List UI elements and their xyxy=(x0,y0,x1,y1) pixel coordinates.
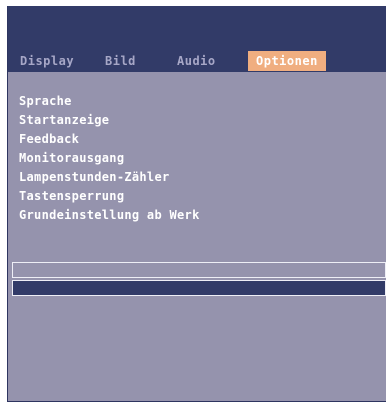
menu-item-sprache[interactable]: Sprache xyxy=(19,92,200,111)
tab-optionen[interactable]: Optionen xyxy=(248,51,326,71)
empty-bar-outline xyxy=(12,262,386,278)
menu-item-startanzeige[interactable]: Startanzeige xyxy=(19,111,200,130)
menu-item-monitorausgang[interactable]: Monitorausgang xyxy=(19,149,200,168)
tab-bild[interactable]: Bild xyxy=(105,51,136,71)
tab-display[interactable]: Display xyxy=(20,51,74,71)
options-menu: Sprache Startanzeige Feedback Monitoraus… xyxy=(19,92,200,225)
menu-item-feedback[interactable]: Feedback xyxy=(19,130,200,149)
menu-item-tastensperrung[interactable]: Tastensperrung xyxy=(19,187,200,206)
tab-bar: Display Bild Audio Optionen xyxy=(8,6,386,72)
selection-bar xyxy=(12,280,386,296)
menu-item-lampenstunden-zaehler[interactable]: Lampenstunden-Zähler xyxy=(19,168,200,187)
osd-menu-panel: Display Bild Audio Optionen Sprache Star… xyxy=(7,6,386,402)
tab-audio[interactable]: Audio xyxy=(177,51,216,71)
menu-item-grundeinstellung[interactable]: Grundeinstellung ab Werk xyxy=(19,206,200,225)
